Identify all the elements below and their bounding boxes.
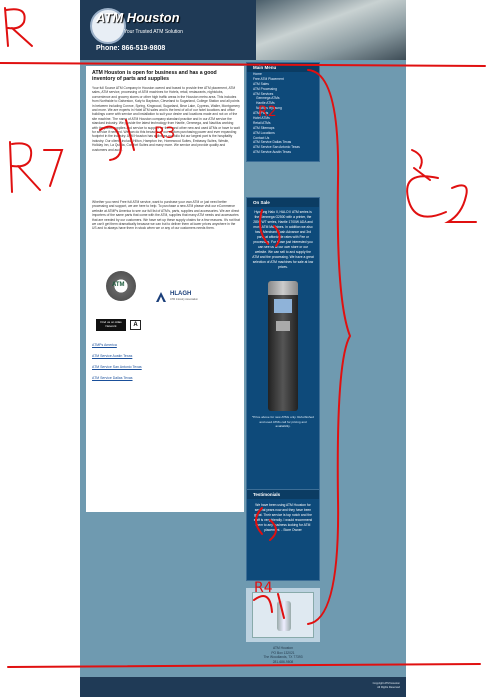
testimonials-title: Testimonials	[247, 490, 319, 499]
contact-address: ATM Houston PO Box 132021 The Woodlands,…	[246, 646, 320, 664]
link-austin[interactable]: ATM Service Austin Texas	[92, 354, 142, 358]
rights-text: All Rights Reserved	[377, 686, 400, 689]
testimonial-text: We have been using ATM Houston for sever…	[253, 503, 313, 532]
r1-glyph-stroke	[4, 7, 33, 47]
hlagh-text: HLAGH	[170, 291, 192, 297]
hlagh-mark-icon	[156, 292, 166, 302]
link-san-antonio[interactable]: ATM Service San Antonio Texas	[92, 365, 142, 369]
menu-item-austin[interactable]: ATM Service Austin Texas	[247, 150, 319, 155]
site-logo[interactable]: ATM Houston	[96, 10, 180, 25]
atm-keypad	[276, 321, 290, 331]
footer-links: ATMPs America ATM Service Austin Texas A…	[92, 343, 142, 387]
main-menu-box: Main Menu Home Free ATM Placement ATM Sa…	[246, 62, 320, 162]
on-sale-text: Hyosung Halo II, HALO II ATM series is t…	[252, 210, 314, 269]
atm-machine-image	[268, 281, 298, 411]
testimonials-box: Testimonials We have been using ATM Hous…	[246, 489, 320, 581]
page-frame: ATM Houston Your Trusted ATM Solution Ph…	[80, 0, 406, 697]
hlagh-subtext: ATM Industry Association	[170, 298, 199, 301]
main-menu-title: Main Menu	[247, 63, 319, 72]
r2-glyph-stroke	[9, 141, 41, 193]
second-paragraph: Whether you need Free full ATM service, …	[92, 200, 240, 231]
promo-image-frame	[252, 592, 314, 638]
atm-screen	[274, 299, 292, 313]
atm-topper	[268, 281, 298, 295]
site-footer: Copyright ATM Houston All Rights Reserve…	[80, 677, 406, 697]
link-dallas[interactable]: ATM Service Dallas Texas	[92, 376, 142, 380]
promo-image-box	[246, 588, 320, 642]
link-atmps-america[interactable]: ATMPs America	[92, 343, 142, 347]
intro-paragraph: Your full Source ATM Company in Houston …	[92, 86, 240, 152]
hlagh-logo[interactable]: HLAGH ATM Industry Association	[156, 291, 208, 305]
address-phone[interactable]: 281-686-9808	[246, 660, 320, 665]
main-content: ATM Houston is open for business and has…	[86, 66, 244, 512]
seal-text: ATM	[112, 282, 125, 288]
price-note: *Price above for new ATMs only. Refurbis…	[252, 415, 314, 428]
bottle-image	[277, 601, 291, 631]
find-us-badge[interactable]: Find us on Atlas Network	[96, 319, 126, 331]
phone-number[interactable]: Phone: 866-519-9808	[96, 45, 165, 52]
money-banner-image	[256, 0, 406, 60]
page-title: ATM Houston is open for business and has…	[92, 70, 217, 82]
r2a-glyph-stroke	[411, 149, 431, 181]
atm-network-icon[interactable]: A	[130, 320, 141, 330]
copyright: Copyright ATM Houston All Rights Reserve…	[373, 682, 400, 690]
on-sale-title: On Sale	[247, 198, 319, 207]
site-header: ATM Houston Your Trusted ATM Solution Ph…	[80, 0, 406, 60]
c2-glyph-stroke	[406, 175, 477, 223]
r2-1-stroke	[43, 149, 64, 187]
logo-tagline: Your Trusted ATM Solution	[124, 29, 183, 35]
atm-seal-logo: ATM	[106, 271, 136, 301]
